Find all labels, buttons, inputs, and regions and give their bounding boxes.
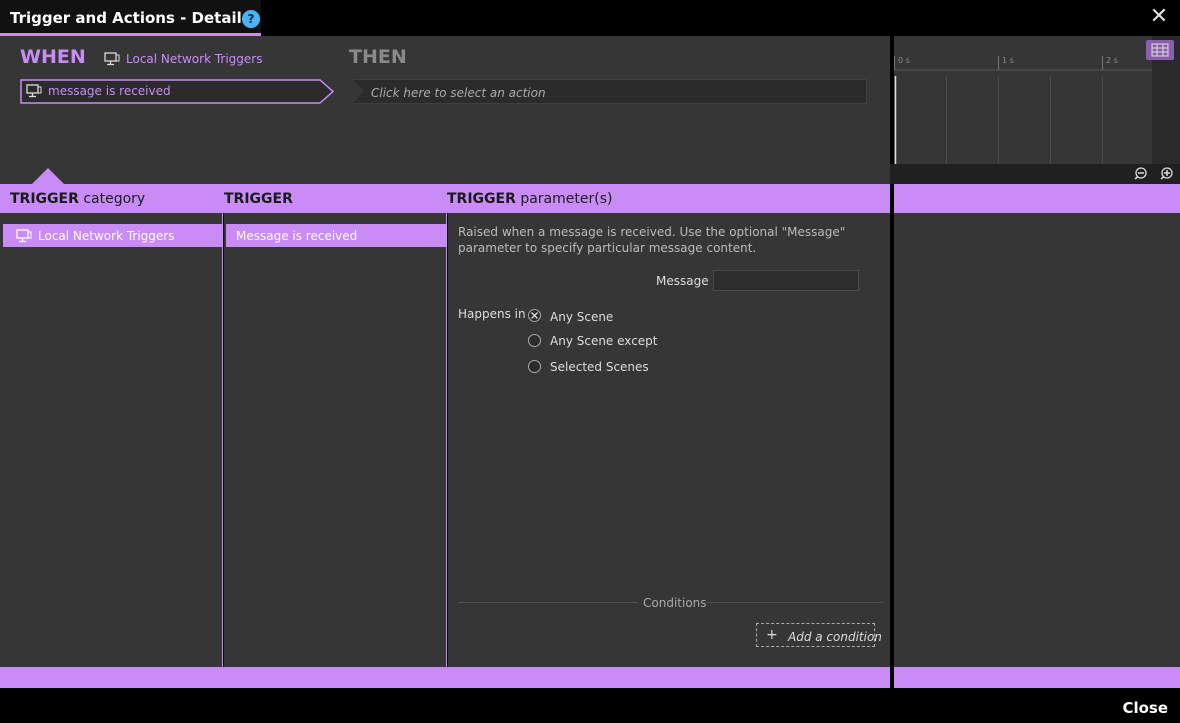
timeline-ruler <box>894 36 1180 164</box>
message-label: Message <box>656 274 709 288</box>
trigger-description: Raised when a message is received. Use t… <box>458 225 846 255</box>
when-category-label: Local Network Triggers <box>126 52 263 66</box>
radio-selected-scenes[interactable] <box>528 360 541 373</box>
footer-bar-timeline <box>894 667 1180 688</box>
when-label: WHEN <box>20 46 86 68</box>
divider <box>706 602 884 603</box>
trigger-list <box>224 213 447 667</box>
happens-in-label: Happens in <box>458 307 526 321</box>
radio-label-selected-scenes: Selected Scenes <box>550 360 649 374</box>
radio-label-any-scene: Any Scene <box>550 310 614 324</box>
zoom-out-icon[interactable] <box>1133 167 1149 181</box>
timeline-panel[interactable]: 0 s 1 s 2 s <box>894 36 1180 164</box>
timeline-grid-icon[interactable] <box>1146 40 1174 60</box>
plus-icon: + <box>766 627 778 643</box>
radio-selected-mark <box>531 312 538 319</box>
category-list <box>0 213 223 667</box>
network-monitor-icon <box>16 229 32 243</box>
action-box-notch <box>352 79 364 104</box>
timeline-tick-label: 0 s <box>898 56 910 65</box>
trigger-header: TRIGGER <box>224 191 293 207</box>
trigger-parameters-header: TRIGGER parameter(s) <box>447 191 613 207</box>
add-condition-label: Add a condition <box>788 630 882 644</box>
footer-bar <box>0 667 890 688</box>
close-icon[interactable]: ✕ <box>1148 6 1170 28</box>
radio-any-scene[interactable] <box>528 309 541 322</box>
message-input[interactable] <box>713 270 859 291</box>
selected-trigger-label: message is received <box>48 84 171 98</box>
radio-any-scene-except[interactable] <box>528 334 541 347</box>
zoom-in-icon[interactable] <box>1159 167 1175 181</box>
conditions-label: Conditions <box>643 596 707 610</box>
timeline-tick-label: 1 s <box>1002 56 1014 65</box>
trigger-category-header: TRIGGER category <box>10 191 146 207</box>
then-label: THEN <box>349 46 407 68</box>
select-action-placeholder: Click here to select an action <box>371 86 546 100</box>
timeline-header-bar <box>894 184 1180 213</box>
section-pointer <box>32 168 64 184</box>
help-circle-icon[interactable]: ? <box>242 10 260 28</box>
category-item-label: Local Network Triggers <box>38 229 175 243</box>
timeline-tick-label: 2 s <box>1106 56 1118 65</box>
trigger-item-label: Message is received <box>236 229 358 243</box>
close-button[interactable]: Close <box>1122 699 1168 717</box>
radio-label-any-scene-except: Any Scene except <box>550 334 658 348</box>
window-title: Trigger and Actions - Details <box>0 0 261 36</box>
network-monitor-icon <box>104 52 120 66</box>
network-monitor-icon <box>26 84 42 98</box>
timeline-body <box>894 213 1180 667</box>
divider <box>458 602 638 603</box>
